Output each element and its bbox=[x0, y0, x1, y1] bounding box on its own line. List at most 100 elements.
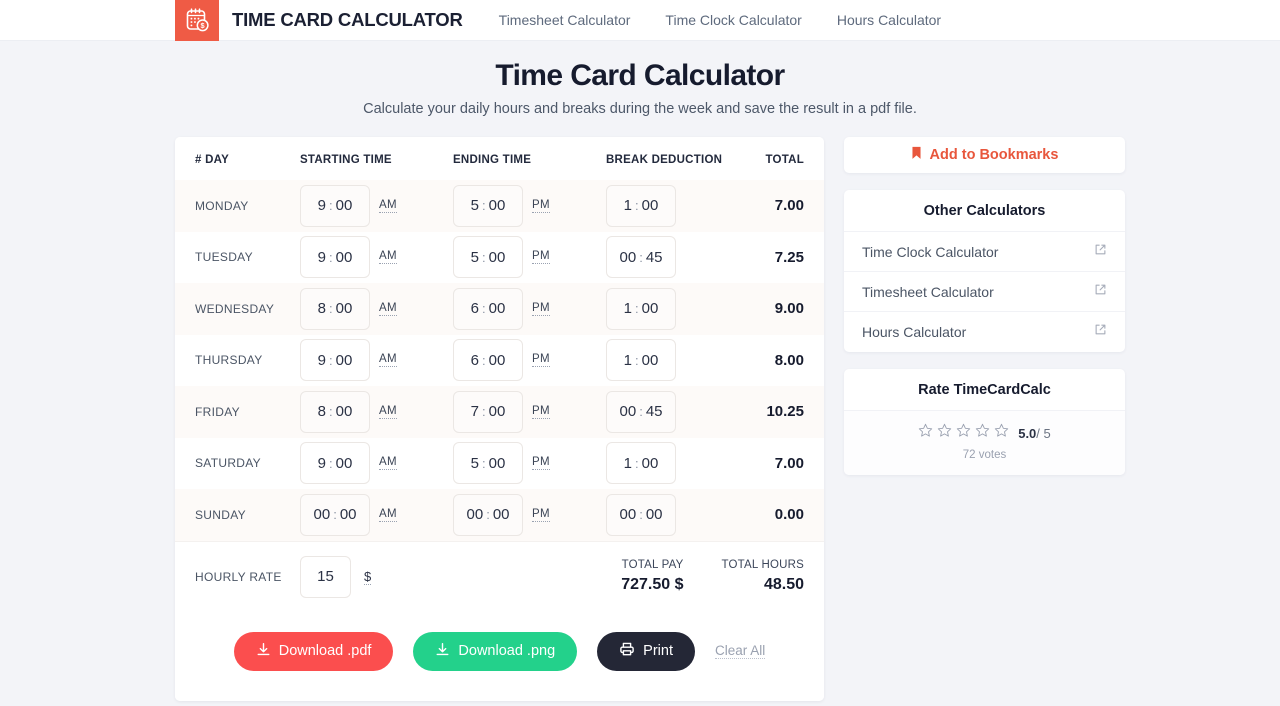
start-h-box[interactable]: 9:00 bbox=[300, 339, 370, 382]
end-h-box[interactable]: 7:00 bbox=[453, 390, 523, 433]
end-h[interactable]: 6 bbox=[471, 352, 479, 369]
nav-item-hours-calculator[interactable]: Hours Calculator bbox=[837, 12, 941, 28]
end-m[interactable]: 00 bbox=[489, 249, 506, 266]
add-to-bookmarks-button[interactable]: Add to Bookmarks bbox=[844, 137, 1125, 173]
break-h[interactable]: 1 bbox=[624, 197, 632, 214]
start-h[interactable]: 9 bbox=[318, 197, 326, 214]
break-m[interactable]: 00 bbox=[642, 455, 659, 472]
break-h-box[interactable]: 00:45 bbox=[606, 236, 676, 279]
start-h-box[interactable]: 9:00 bbox=[300, 442, 370, 485]
download-png-button[interactable]: Download .png bbox=[413, 631, 578, 671]
start-h[interactable]: 8 bbox=[318, 403, 326, 420]
star-icon[interactable] bbox=[994, 423, 1009, 443]
start-h[interactable]: 9 bbox=[318, 455, 326, 472]
end-m[interactable]: 00 bbox=[489, 352, 506, 369]
break-h[interactable]: 1 bbox=[624, 352, 632, 369]
end-meridiem-toggle[interactable]: PM bbox=[532, 405, 550, 419]
clear-all-button[interactable]: Clear All bbox=[715, 643, 766, 659]
end-h[interactable]: 5 bbox=[471, 249, 479, 266]
break-m[interactable]: 00 bbox=[646, 506, 663, 523]
start-m[interactable]: 00 bbox=[336, 249, 353, 266]
start-h[interactable]: 8 bbox=[318, 300, 326, 317]
start-h-box[interactable]: 9:00 bbox=[300, 184, 370, 227]
start-meridiem-toggle[interactable]: AM bbox=[379, 508, 397, 522]
end-h-box[interactable]: 5:00 bbox=[453, 236, 523, 279]
end-h-box[interactable]: 5:00 bbox=[453, 184, 523, 227]
end-h[interactable]: 5 bbox=[471, 197, 479, 214]
start-h-box[interactable]: 8:00 bbox=[300, 390, 370, 433]
break-h[interactable]: 00 bbox=[620, 506, 637, 523]
brand[interactable]: $ TIME CARD CALCULATOR bbox=[175, 0, 463, 41]
end-m[interactable]: 00 bbox=[489, 197, 506, 214]
star-icon[interactable] bbox=[918, 423, 933, 443]
end-m[interactable]: 00 bbox=[493, 506, 510, 523]
start-meridiem-toggle[interactable]: AM bbox=[379, 456, 397, 471]
start-meridiem-toggle[interactable]: AM bbox=[379, 250, 397, 265]
end-h[interactable]: 6 bbox=[471, 300, 479, 317]
start-m[interactable]: 00 bbox=[336, 455, 353, 472]
end-meridiem-toggle[interactable]: PM bbox=[532, 302, 550, 316]
end-h-box[interactable]: 6:00 bbox=[453, 287, 523, 330]
start-meridiem-toggle[interactable]: AM bbox=[379, 353, 397, 368]
break-m[interactable]: 00 bbox=[642, 352, 659, 369]
break-m[interactable]: 00 bbox=[642, 300, 659, 317]
end-m[interactable]: 00 bbox=[489, 300, 506, 317]
start-h-box[interactable]: 8:00 bbox=[300, 287, 370, 330]
end-meridiem-toggle[interactable]: PM bbox=[532, 456, 550, 471]
break-h-box[interactable]: 1:00 bbox=[606, 442, 676, 485]
row-total: 8.00 bbox=[774, 351, 804, 369]
end-meridiem-toggle[interactable]: PM bbox=[532, 199, 550, 213]
start-h[interactable]: 00 bbox=[314, 506, 331, 523]
start-meridiem-toggle[interactable]: AM bbox=[379, 302, 397, 316]
end-h-box[interactable]: 00:00 bbox=[453, 493, 523, 536]
break-h[interactable]: 1 bbox=[624, 300, 632, 317]
star-rating[interactable] bbox=[918, 423, 1009, 443]
break-m[interactable]: 45 bbox=[646, 403, 663, 420]
end-meridiem-toggle[interactable]: PM bbox=[532, 250, 550, 265]
end-meridiem-toggle[interactable]: PM bbox=[532, 508, 550, 522]
table-header-row: # DAY STARTING TIME ENDING TIME BREAK DE… bbox=[175, 137, 824, 180]
download-pdf-button[interactable]: Download .pdf bbox=[233, 631, 394, 671]
break-h-box[interactable]: 1:00 bbox=[606, 184, 676, 227]
break-h-box[interactable]: 00:45 bbox=[606, 390, 676, 433]
break-h-box[interactable]: 1:00 bbox=[606, 339, 676, 382]
nav-item-time-clock-calculator[interactable]: Time Clock Calculator bbox=[665, 12, 801, 28]
break-h[interactable]: 00 bbox=[620, 403, 637, 420]
break-m[interactable]: 00 bbox=[642, 197, 659, 214]
start-m[interactable]: 00 bbox=[336, 352, 353, 369]
end-meridiem-toggle[interactable]: PM bbox=[532, 353, 550, 368]
star-icon[interactable] bbox=[937, 423, 952, 443]
currency-selector[interactable]: $ bbox=[364, 569, 372, 585]
end-m[interactable]: 00 bbox=[489, 403, 506, 420]
break-h[interactable]: 00 bbox=[620, 249, 637, 266]
start-m[interactable]: 00 bbox=[336, 197, 353, 214]
hourly-rate-input[interactable]: 15 bbox=[300, 555, 351, 598]
total-hours-block: TOTAL HOURS 48.50 bbox=[722, 559, 805, 594]
end-m[interactable]: 00 bbox=[489, 455, 506, 472]
break-h-box[interactable]: 00:00 bbox=[606, 493, 676, 536]
print-button[interactable]: Print bbox=[597, 631, 695, 671]
sidebar-item-time-clock-calculator[interactable]: Time Clock Calculator bbox=[844, 232, 1125, 272]
start-m[interactable]: 00 bbox=[340, 506, 357, 523]
start-meridiem-toggle[interactable]: AM bbox=[379, 199, 397, 213]
start-m[interactable]: 00 bbox=[336, 300, 353, 317]
star-icon[interactable] bbox=[956, 423, 971, 443]
start-h[interactable]: 9 bbox=[318, 352, 326, 369]
end-h[interactable]: 00 bbox=[467, 506, 484, 523]
start-m[interactable]: 00 bbox=[336, 403, 353, 420]
sidebar-item-timesheet-calculator[interactable]: Timesheet Calculator bbox=[844, 272, 1125, 312]
start-h-box[interactable]: 00:00 bbox=[300, 493, 370, 536]
start-h[interactable]: 9 bbox=[318, 249, 326, 266]
end-h[interactable]: 7 bbox=[471, 403, 479, 420]
end-h-box[interactable]: 5:00 bbox=[453, 442, 523, 485]
start-h-box[interactable]: 9:00 bbox=[300, 236, 370, 279]
end-h-box[interactable]: 6:00 bbox=[453, 339, 523, 382]
star-icon[interactable] bbox=[975, 423, 990, 443]
end-h[interactable]: 5 bbox=[471, 455, 479, 472]
start-meridiem-toggle[interactable]: AM bbox=[379, 405, 397, 419]
break-h[interactable]: 1 bbox=[624, 455, 632, 472]
sidebar-item-hours-calculator[interactable]: Hours Calculator bbox=[844, 312, 1125, 352]
break-h-box[interactable]: 1:00 bbox=[606, 287, 676, 330]
nav-item-timesheet-calculator[interactable]: Timesheet Calculator bbox=[499, 12, 631, 28]
break-m[interactable]: 45 bbox=[646, 249, 663, 266]
